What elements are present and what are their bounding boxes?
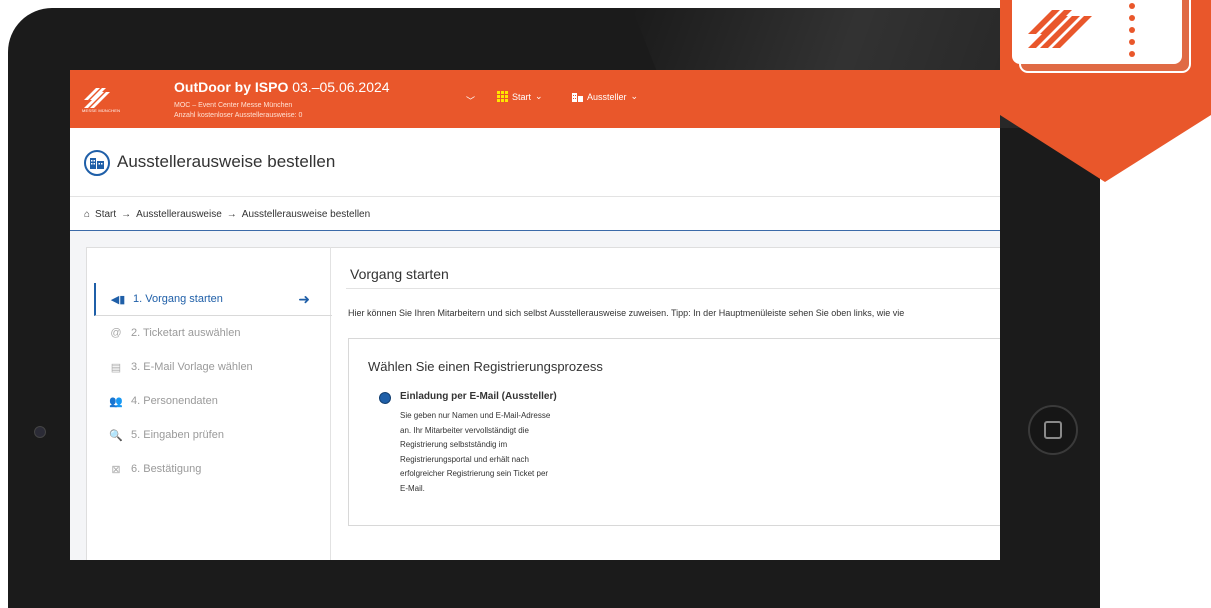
page-title: Ausstellerausweise bestellen xyxy=(117,152,336,171)
step-label: 5. Eingaben prüfen xyxy=(131,429,224,441)
logo-text: MESSE MÜNCHEN xyxy=(82,108,121,113)
email-invite-description: Sie geben nur Namen und E-Mail-Adresse a… xyxy=(400,409,630,496)
description-line: Registrierung selbstständig im xyxy=(400,440,508,449)
breadcrumb-start[interactable]: Start xyxy=(95,209,116,220)
step-ticket-type[interactable]: @ 2. Ticketart auswählen xyxy=(94,317,330,349)
breadcrumb-exhibitor-passes[interactable]: Ausstellerausweise xyxy=(136,209,222,220)
home-icon[interactable]: ⌂ xyxy=(84,209,90,220)
tablet-camera xyxy=(34,426,46,438)
breadcrumb-current: Ausstellerausweise bestellen xyxy=(241,209,371,220)
event-title[interactable]: OutDoor by ISPO 03.–05.06.2024 xyxy=(174,79,390,95)
apps-grid-icon xyxy=(497,91,508,102)
step-email-template[interactable]: ▤ 3. E-Mail Vorlage wählen xyxy=(94,351,330,383)
step-confirmation[interactable]: ⊠ 6. Bestätigung xyxy=(94,453,330,485)
nav-start-menu[interactable]: Start ⌄ xyxy=(497,91,543,102)
chevron-down-icon: ⌄ xyxy=(630,91,639,101)
event-name: OutDoor by ISPO xyxy=(174,79,289,95)
free-passes-count: Anzahl kostenloser Ausstellerausweise: 0 xyxy=(174,112,303,119)
intro-text: Hier können Sie Ihren Mitarbeitern und s… xyxy=(348,308,905,318)
nav-exhibitor-label: Aussteller xyxy=(587,91,627,102)
section-divider xyxy=(346,288,1000,289)
description-line: E-Mail. xyxy=(400,483,425,493)
step-review[interactable]: 🔍 5. Eingaben prüfen xyxy=(94,419,330,451)
email-invite-radio[interactable] xyxy=(379,392,391,404)
building-icon xyxy=(572,92,583,102)
search-icon: 🔍 xyxy=(109,429,123,442)
page-building-icon xyxy=(84,150,110,176)
step-start-process[interactable]: ◀▮ 1. Vorgang starten ➜ xyxy=(94,283,332,316)
event-dates: 03.–05.06.2024 xyxy=(292,79,390,95)
event-switch-chevron-icon[interactable]: ﹀ xyxy=(466,94,475,107)
step-label: 2. Ticketart auswählen xyxy=(131,327,241,339)
description-line: Registrierungsportal und erhält nach xyxy=(400,454,529,464)
arrow-right-icon: → xyxy=(226,209,237,220)
at-icon: @ xyxy=(110,327,122,339)
event-venue: MOC – Event Center Messe München xyxy=(174,102,293,109)
chevron-down-icon: ⌄ xyxy=(535,91,543,101)
megaphone-icon: ◀▮ xyxy=(110,293,126,306)
template-icon: ▤ xyxy=(110,361,122,374)
app-screen: MESSE MÜNCHEN OutDoor by ISPO 03.–05.06.… xyxy=(70,70,1000,560)
tablet-home-button[interactable] xyxy=(1028,405,1078,455)
description-line: Sie geben nur Namen und E-Mail-Adresse xyxy=(400,411,551,420)
registration-process-title: Wählen Sie einen Registrierungsprozess xyxy=(368,359,603,374)
description-line: an. Ihr Mitarbeiter vervollständigt die xyxy=(400,425,529,435)
step-label: 3. E-Mail Vorlage wählen xyxy=(131,361,253,373)
breadcrumb: ⌂ Start → Ausstellerausweise → Ausstelle… xyxy=(84,209,370,220)
wizard-steps: ◀▮ 1. Vorgang starten ➜ @ 2. Ticketart a… xyxy=(86,247,332,560)
confirm-icon: ⊠ xyxy=(111,463,121,476)
section-title: Vorgang starten xyxy=(350,266,449,282)
persons-icon: 👥 xyxy=(109,395,123,408)
nav-start-label: Start xyxy=(512,91,532,102)
description-line: erfolgreicher Registrierung sein Ticket … xyxy=(400,469,549,478)
step-person-data[interactable]: 👥 4. Personendaten xyxy=(94,385,330,417)
event-details: MOC – Event Center Messe München Anzahl … xyxy=(174,101,302,121)
step-label: 6. Bestätigung xyxy=(131,463,202,475)
arrow-right-icon: ➜ xyxy=(298,290,310,307)
step-label: 4. Personendaten xyxy=(131,395,218,407)
nav-exhibitor-menu[interactable]: Aussteller ⌄ xyxy=(572,91,638,102)
arrow-right-icon: → xyxy=(121,209,132,220)
top-bar: MESSE MÜNCHEN OutDoor by ISPO 03.–05.06.… xyxy=(70,70,1000,128)
step-label: 1. Vorgang starten xyxy=(133,293,223,305)
email-invite-label[interactable]: Einladung per E-Mail (Aussteller) xyxy=(400,391,557,402)
page-header: Ausstellerausweise bestellen xyxy=(70,128,1000,197)
home-square-icon xyxy=(1044,421,1062,439)
ticket-badge-icon xyxy=(1000,0,1211,182)
